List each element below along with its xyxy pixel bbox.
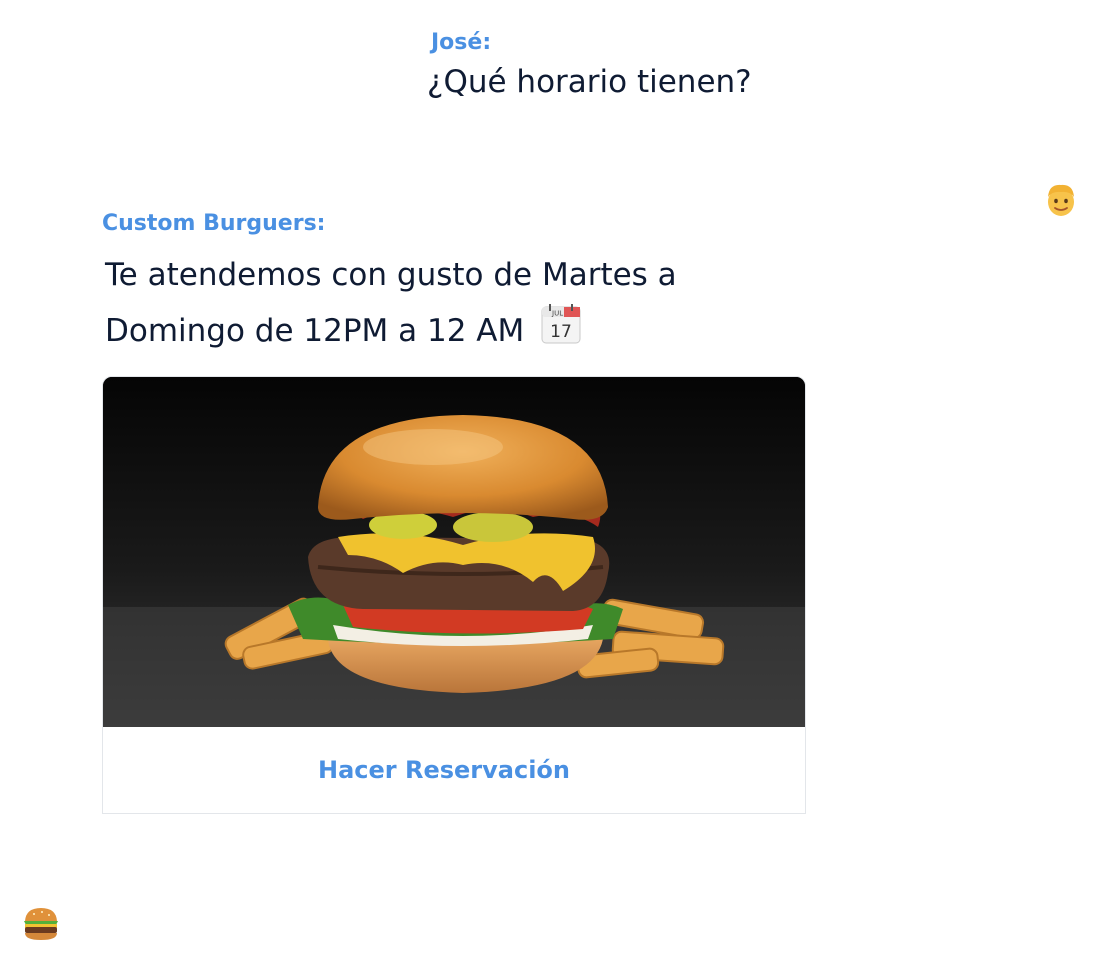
make-reservation-button[interactable]: Hacer Reservación (103, 727, 805, 813)
bot-message: Te atendemos con gusto de Martes a Domin… (105, 248, 805, 359)
hamburger-icon (24, 908, 58, 940)
user-message-text: ¿Qué horario tienen? (427, 64, 752, 100)
calendar-day-text: 17 (550, 322, 572, 342)
reservation-card: Hacer Reservación (102, 376, 806, 814)
calendar-month-text: JUL (551, 310, 563, 318)
bot-sender-name: Custom Burguers: (102, 211, 326, 236)
calendar-icon: JUL 17 (541, 304, 581, 344)
burger-photo (103, 377, 805, 727)
man-face-icon (1048, 184, 1074, 216)
user-sender-name: José: (431, 30, 492, 55)
bot-message-text: Te atendemos con gusto de Martes a Domin… (105, 257, 677, 349)
